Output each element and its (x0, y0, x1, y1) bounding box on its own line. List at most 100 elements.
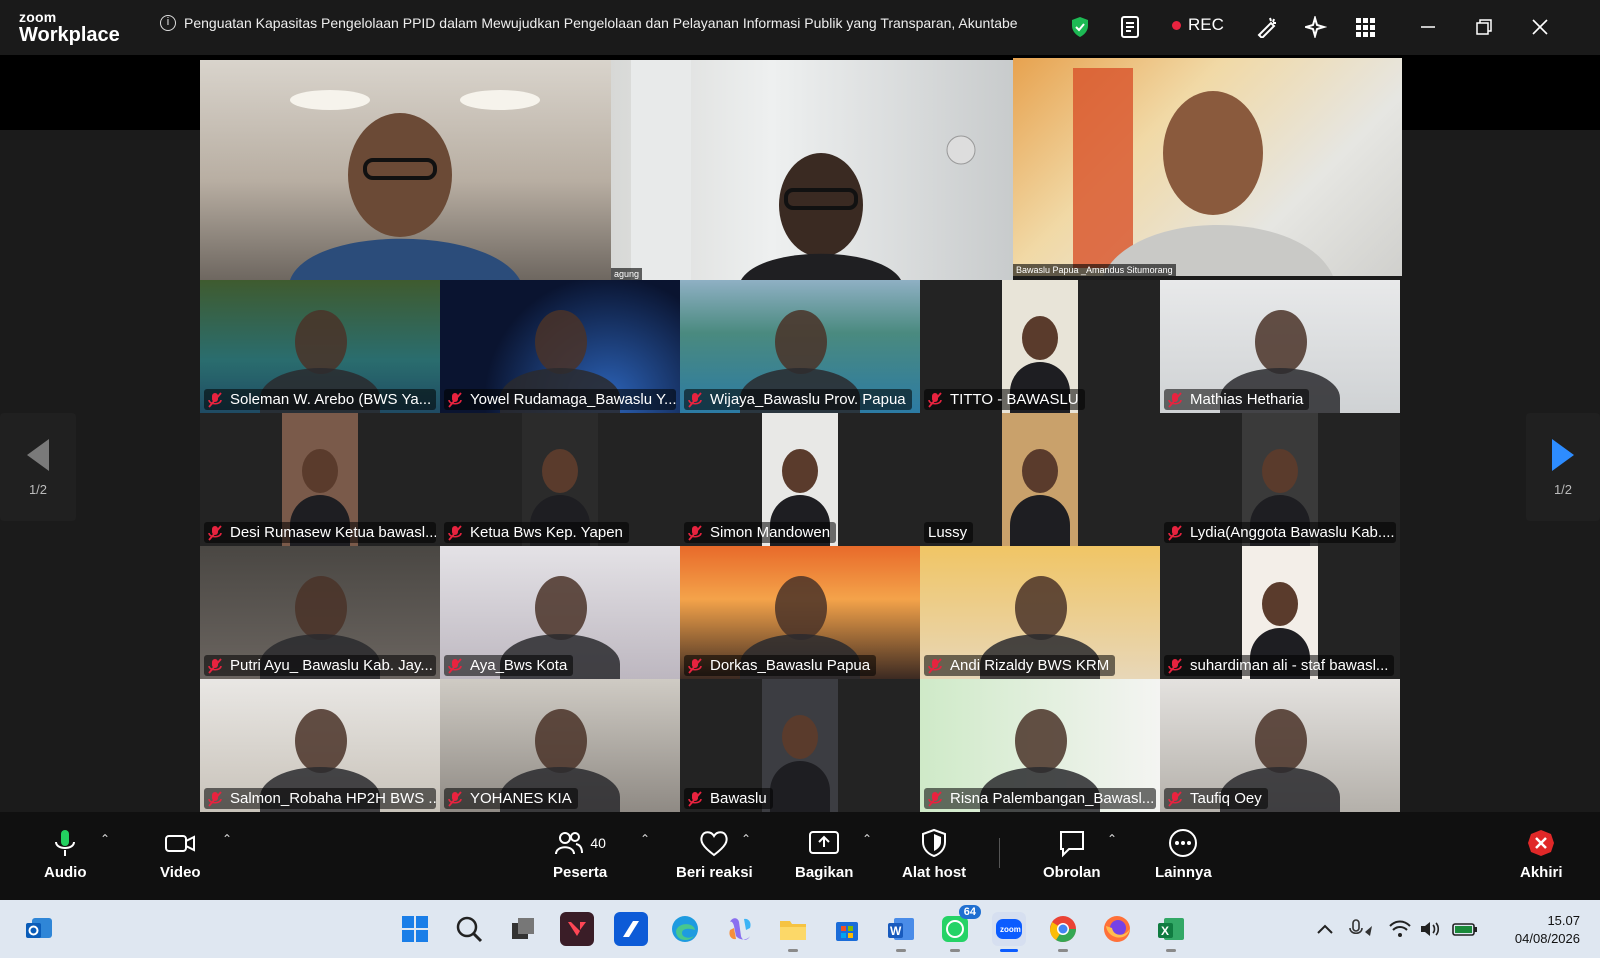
video-tile-large-1[interactable] (200, 60, 611, 280)
brand-small: zoom (19, 9, 57, 25)
participant-tile[interactable]: Putri Ayu_ Bawaslu Kab. Jay... (200, 546, 440, 679)
participant-video (295, 709, 347, 773)
participant-count: 40 (590, 835, 606, 851)
info-icon[interactable]: i (160, 15, 176, 31)
valorant-app-icon[interactable] (560, 912, 594, 946)
participant-tile[interactable]: suhardiman ali - staf bawasl... (1160, 546, 1400, 679)
react-options-chevron-icon[interactable]: ⌃ (741, 832, 751, 846)
chrome-icon[interactable] (1046, 912, 1080, 952)
open-indicator (1058, 949, 1068, 952)
participant-face (542, 449, 578, 493)
video-gallery: agung Bawaslu Papua _Amandus Situmorang … (0, 55, 1600, 812)
whatsapp-icon[interactable]: 64 (938, 905, 981, 952)
participant-tile[interactable]: Dorkas_Bawaslu Papua (680, 546, 920, 679)
audio-options-chevron-icon[interactable]: ⌃ (100, 832, 110, 846)
next-page-button[interactable]: 1/2 (1526, 413, 1600, 521)
participant-name-label: Salmon_Robaha HP2H BWS ... (204, 788, 436, 809)
participant-video (295, 576, 347, 640)
video-options-chevron-icon[interactable]: ⌃ (222, 832, 232, 846)
meeting-title[interactable]: i Penguatan Kapasitas Pengelolaan PPID d… (160, 15, 1050, 31)
close-icon[interactable] (1527, 14, 1553, 40)
participant-tile[interactable]: Salmon_Robaha HP2H BWS ... (200, 679, 440, 812)
muted-microphone-icon (1168, 790, 1182, 807)
host-tools-button[interactable]: Alat host (902, 828, 966, 881)
excel-icon[interactable]: X (1154, 912, 1188, 952)
summary-icon[interactable] (1118, 14, 1144, 40)
chat-button[interactable]: Obrolan (1043, 828, 1101, 881)
triangle-left-icon (27, 438, 49, 471)
volume-icon[interactable] (1418, 912, 1442, 946)
participant-tile[interactable]: Risna Palembangan_Bawasl... (920, 679, 1160, 812)
participant-tile[interactable]: Mathias Hetharia (1160, 280, 1400, 413)
share-options-chevron-icon[interactable]: ⌃ (862, 832, 872, 846)
muted-microphone-icon (928, 391, 942, 408)
windows-start-icon[interactable] (398, 912, 432, 946)
participant-name: Risna Palembangan_Bawasl... (950, 790, 1155, 807)
muted-microphone-icon (448, 790, 462, 807)
video-tile-large-2[interactable]: agung (611, 60, 1013, 280)
rec-label: REC (1188, 15, 1224, 34)
participant-name: Aya_Bws Kota (470, 657, 568, 674)
participant-tile[interactable]: Lussy (920, 413, 1160, 546)
participant-tile[interactable]: Desi Rumasew Ketua bawasl... (200, 413, 440, 546)
participant-tile[interactable]: Simon Mandowen (680, 413, 920, 546)
ai-companion-icon[interactable] (1303, 14, 1329, 40)
minimize-icon[interactable] (1415, 14, 1441, 40)
pen-app-icon[interactable] (614, 912, 648, 946)
battery-icon[interactable] (1450, 912, 1480, 946)
file-explorer-icon[interactable] (776, 912, 810, 952)
copilot-icon[interactable] (722, 912, 756, 946)
participant-tile[interactable]: Andi Rizaldy BWS KRM (920, 546, 1160, 679)
audio-button[interactable]: Audio (44, 828, 87, 881)
video-button[interactable]: Video (160, 828, 201, 881)
end-meeting-button[interactable]: Akhiri (1520, 828, 1563, 881)
zoom-app-icon[interactable]: zoom (992, 912, 1026, 952)
zoom-logo: zoom Workplace (19, 10, 120, 45)
wifi-icon[interactable] (1388, 912, 1412, 946)
recording-indicator[interactable]: REC (1172, 15, 1224, 35)
more-button[interactable]: Lainnya (1155, 828, 1212, 881)
task-view-icon[interactable] (506, 912, 540, 946)
participant-tile[interactable]: Aya_Bws Kota (440, 546, 680, 679)
participant-tile[interactable]: Wijaya_Bawaslu Prov. Papua (680, 280, 920, 413)
search-icon[interactable] (452, 912, 486, 946)
participants-options-chevron-icon[interactable]: ⌃ (640, 832, 650, 846)
participant-tile[interactable]: Bawaslu (680, 679, 920, 812)
video-tile-large-3[interactable]: Bawaslu Papua _Amandus Situmorang (1013, 58, 1402, 276)
meeting-controls: Audio ⌃ Video ⌃ 40 Peserta ⌃ Beri reaksi… (0, 812, 1600, 900)
outlook-widget-icon[interactable] (22, 912, 56, 946)
microsoft-store-icon[interactable] (830, 912, 864, 946)
firefox-icon[interactable] (1100, 912, 1134, 946)
participant-tile[interactable]: Lydia(Anggota Bawaslu Kab.... (1160, 413, 1400, 546)
participant-tile[interactable]: Taufiq Oey (1160, 679, 1400, 812)
encryption-shield-icon[interactable] (1067, 14, 1093, 40)
annotate-icon[interactable] (1254, 14, 1280, 40)
chat-options-chevron-icon[interactable]: ⌃ (1107, 832, 1117, 846)
participant-face (1262, 582, 1298, 626)
host-tools-label: Alat host (902, 864, 967, 881)
participant-tile[interactable]: Ketua Bws Kep. Yapen (440, 413, 680, 546)
participant-tile[interactable]: TITTO - BAWASLU (920, 280, 1160, 413)
restore-icon[interactable] (1471, 14, 1497, 40)
open-indicator (950, 949, 960, 952)
participant-tile[interactable]: Yowel Rudamaga_Bawaslu Y... (440, 280, 680, 413)
participant-tile[interactable]: YOHANES KIA (440, 679, 680, 812)
participant-name-label: Bawaslu (684, 788, 773, 809)
system-clock[interactable]: 15.07 04/08/2026 (1515, 912, 1580, 948)
active-indicator (1000, 949, 1018, 952)
previous-page-button[interactable]: 1/2 (0, 413, 76, 521)
chevron-up-icon[interactable] (1308, 912, 1342, 946)
apps-grid-icon[interactable] (1352, 14, 1378, 40)
microphone-tray-icon[interactable] (1344, 912, 1378, 946)
share-button[interactable]: Bagikan (795, 828, 853, 881)
participants-button[interactable]: 40 Peserta (553, 828, 607, 881)
tile-label: Bawaslu Papua _Amandus Situmorang (1013, 264, 1176, 276)
word-icon[interactable]: W (884, 912, 918, 952)
edge-browser-icon[interactable] (668, 912, 702, 946)
participant-body (770, 761, 830, 812)
muted-microphone-icon (1168, 657, 1182, 674)
svg-text:X: X (1161, 924, 1169, 938)
participant-video (631, 60, 976, 280)
muted-microphone-icon (688, 790, 702, 807)
participant-tile[interactable]: Soleman W. Arebo (BWS Ya... (200, 280, 440, 413)
